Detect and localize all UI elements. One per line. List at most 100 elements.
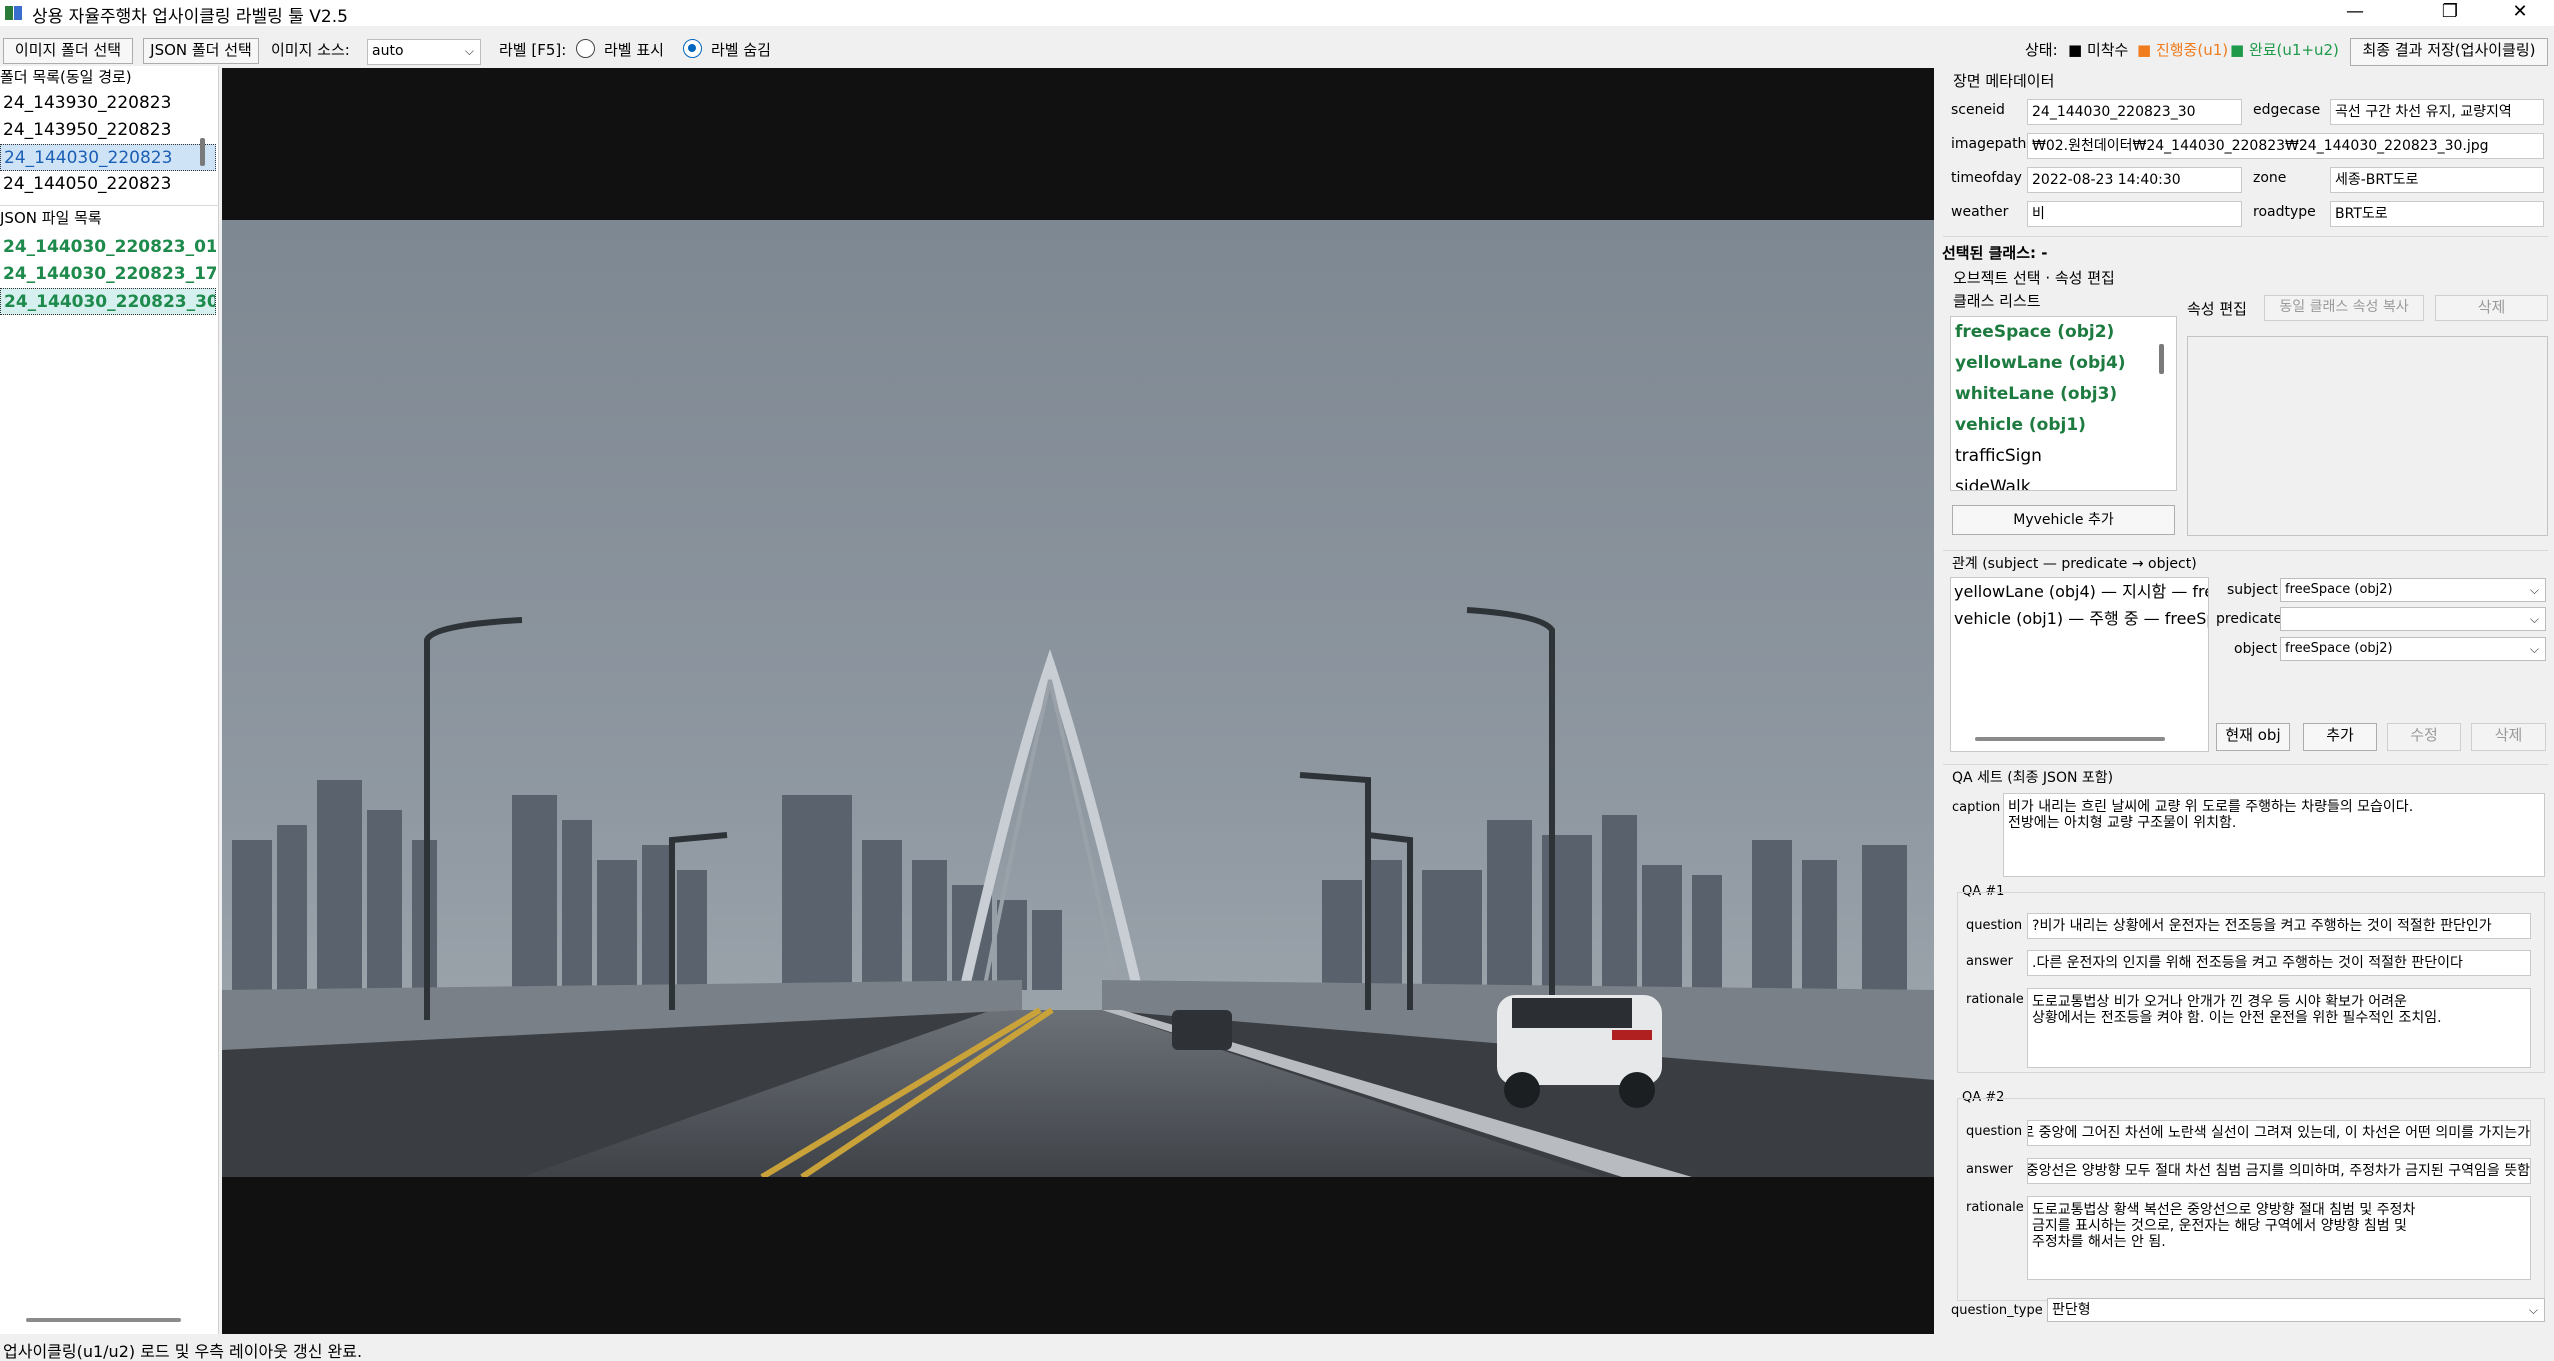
label-show-radio[interactable]	[576, 39, 595, 58]
class-item[interactable]: yellowLane (obj4)	[1951, 348, 2176, 379]
timeofday-field[interactable]: 2022-08-23 14:40:30	[2027, 167, 2242, 193]
attribute-edit-label: 속성 편집	[2187, 300, 2247, 318]
class-list-scrollbar[interactable]	[2159, 344, 2164, 374]
left-panel-hscrollbar[interactable]	[26, 1318, 181, 1322]
folder-list[interactable]: 24_143930_220823 24_143950_220823 24_144…	[0, 90, 216, 202]
object-edit-title: 오브젝트 선택 · 속성 편집	[1953, 269, 2115, 287]
image-folder-button[interactable]: 이미지 폴더 선택	[3, 38, 133, 64]
qa1-question-label: question	[1966, 918, 2023, 933]
window-title: 상용 자율주행차 업사이클링 라벨링 툴 V2.5	[32, 7, 348, 27]
sceneid-field[interactable]: 24_144030_220823_30	[2027, 99, 2242, 125]
folder-item[interactable]: 24_143930_220823	[0, 90, 216, 117]
predicate-select[interactable]: ⌵	[2280, 607, 2546, 631]
chevron-down-icon: ⌵	[2529, 642, 2539, 656]
object-select[interactable]: freeSpace (obj2) ⌵	[2280, 637, 2546, 661]
qa1-question-field[interactable]: 비가 내리는 상황에서 운전자는 전조등을 켜고 주행하는 것이 적절한 판단인…	[2027, 913, 2531, 939]
image-source-label: 이미지 소스:	[271, 41, 350, 59]
class-item[interactable]: whiteLane (obj3)	[1951, 379, 2176, 410]
metadata-section-title: 장면 메타데이터	[1953, 72, 2055, 90]
folder-item-selected[interactable]: 24_144030_220823	[0, 144, 216, 171]
class-list[interactable]: freeSpace (obj2) yellowLane (obj4) white…	[1950, 316, 2177, 491]
json-file-list[interactable]: 24_144030_220823_01.json 24_144030_22082…	[0, 234, 216, 324]
imagepath-field[interactable]: ₩02.원천데이터₩24_144030_220823₩24_144030_220…	[2027, 133, 2544, 159]
delete-object-button[interactable]: 삭제	[2435, 295, 2548, 321]
class-list-title: 클래스 리스트	[1953, 292, 2041, 310]
qa2-question-label: question	[1966, 1124, 2023, 1139]
status-todo-legend: ■ 미착수	[2068, 41, 2129, 59]
question-type-value: 판단형	[2052, 1302, 2091, 1318]
json-folder-button[interactable]: JSON 폴더 선택	[143, 38, 259, 64]
save-final-button[interactable]: 최종 결과 저장(업사이클링)	[2350, 38, 2548, 66]
status-bar: 업사이클링(u1/u2) 로드 및 우측 레이아웃 갱신 완료.	[0, 1334, 2554, 1361]
image-source-select[interactable]: auto ⌵	[367, 39, 481, 65]
roadtype-label: roadtype	[2253, 204, 2316, 220]
roadtype-field[interactable]: BRT도로	[2330, 201, 2544, 227]
relation-item[interactable]: yellowLane (obj4) — 지시함 — freeSpace (obj…	[1951, 578, 2208, 605]
copy-attributes-button[interactable]: 동일 클래스 속성 복사	[2264, 295, 2424, 321]
json-file-item[interactable]: 24_144030_220823_01.json	[0, 234, 216, 261]
status-message: 업사이클링(u1/u2) 로드 및 우측 레이아웃 갱신 완료.	[3, 1342, 363, 1361]
label-toggle-label: 라벨 [F5]:	[499, 41, 567, 59]
object-value: freeSpace (obj2)	[2285, 641, 2393, 656]
subject-value: freeSpace (obj2)	[2285, 582, 2393, 597]
folder-item[interactable]: 24_144050_220823	[0, 171, 216, 198]
sceneid-label: sceneid	[1951, 102, 2005, 118]
timeofday-label: timeofday	[1951, 170, 2022, 186]
class-item[interactable]: vehicle (obj1)	[1951, 410, 2176, 441]
status-progress-legend: ■ 진행중(u1)	[2137, 41, 2229, 59]
minimize-button[interactable]: —	[2325, 0, 2385, 26]
folder-list-title: 폴더 목록(동일 경로)	[0, 68, 132, 86]
relation-list[interactable]: yellowLane (obj4) — 지시함 — freeSpace (obj…	[1950, 577, 2209, 752]
selected-class-label: 선택된 클래스: -	[1942, 244, 2048, 262]
close-button[interactable]: ✕	[2490, 0, 2550, 26]
question-type-select[interactable]: 판단형 ⌵	[2047, 1298, 2545, 1322]
predicate-label: predicate	[2216, 611, 2283, 627]
subject-select[interactable]: freeSpace (obj2) ⌵	[2280, 578, 2546, 602]
maximize-button[interactable]: ❐	[2420, 0, 2480, 26]
divider	[0, 205, 219, 206]
relation-delete-button[interactable]: 삭제	[2471, 723, 2546, 751]
divider	[1943, 764, 2548, 765]
qa2-rationale-field[interactable]: 도로교통법상 황색 복선은 중앙선으로 양방향 절대 침범 및 주정차 금지를 …	[2027, 1196, 2531, 1280]
class-item[interactable]: freeSpace (obj2)	[1951, 317, 2176, 348]
label-hide-radio[interactable]	[683, 39, 702, 58]
current-obj-button[interactable]: 현재 obj	[2216, 723, 2290, 751]
attribute-edit-area[interactable]	[2187, 336, 2548, 536]
relation-item[interactable]: vehicle (obj1) — 주행 중 — freeSpace (obj2)	[1951, 605, 2208, 632]
imagepath-label: imagepath	[1951, 136, 2027, 152]
chevron-down-icon: ⌵	[464, 44, 474, 58]
weather-field[interactable]: 비	[2027, 201, 2242, 227]
caption-field[interactable]: 비가 내리는 흐린 날씨에 교량 위 도로를 주행하는 차량들의 모습이다. 전…	[2003, 793, 2545, 877]
qa1-rationale-field[interactable]: 도로교통법상 비가 오거나 안개가 낀 경우 등 시야 확보가 어려운 상황에서…	[2027, 988, 2531, 1068]
status-label: 상태:	[2025, 41, 2058, 59]
qa-section-title: QA 세트 (최종 JSON 포함)	[1952, 770, 2114, 786]
qa2-answer-field[interactable]: 중앙선은 양방향 모두 절대 차선 침범 금지를 의미하며, 주정차가 금지된 …	[2027, 1158, 2531, 1184]
weather-label: weather	[1951, 204, 2009, 220]
qa1-rationale-label: rationale	[1966, 992, 2024, 1007]
image-source-value: auto	[372, 43, 404, 59]
class-item[interactable]: sideWalk	[1951, 472, 2176, 490]
qa1-answer-field[interactable]: 다른 운전자의 인지를 위해 전조등을 켜고 주행하는 것이 적절한 판단이다.	[2027, 950, 2531, 976]
label-show-text: 라벨 표시	[604, 41, 664, 59]
edgecase-field[interactable]: 곡선 구간 차선 유지, 교량지역	[2330, 99, 2544, 125]
json-file-item[interactable]: 24_144030_220823_17.json	[0, 261, 216, 288]
app-icon	[5, 6, 22, 20]
zone-label: zone	[2253, 170, 2287, 186]
myvehicle-add-button[interactable]: Myvehicle 추가	[1952, 505, 2175, 535]
folder-list-scrollbar[interactable]	[200, 138, 205, 166]
subject-label: subject	[2227, 582, 2278, 598]
json-file-item-selected[interactable]: 24_144030_220823_30.json	[0, 288, 216, 315]
chevron-down-icon: ⌵	[2528, 1303, 2538, 1317]
zone-field[interactable]: 세종-BRT도로	[2330, 167, 2544, 193]
relation-list-hscrollbar[interactable]	[1975, 737, 2165, 741]
class-item[interactable]: trafficSign	[1951, 441, 2176, 472]
relation-edit-button[interactable]: 수정	[2387, 723, 2461, 751]
image-viewer[interactable]	[222, 68, 1934, 1334]
json-list-title: JSON 파일 목록	[0, 209, 102, 227]
relation-add-button[interactable]: 추가	[2303, 723, 2377, 751]
folder-item[interactable]: 24_143950_220823	[0, 117, 216, 144]
qa2-question-field[interactable]: 도로 중앙에 그어진 차선에 노란색 실선이 그려져 있는데, 이 차선은 어떤…	[2027, 1120, 2531, 1146]
divider	[1943, 550, 2548, 551]
chevron-down-icon: ⌵	[2529, 612, 2539, 626]
title-bar: 상용 자율주행차 업사이클링 라벨링 툴 V2.5 — ❐ ✕	[0, 0, 2554, 27]
